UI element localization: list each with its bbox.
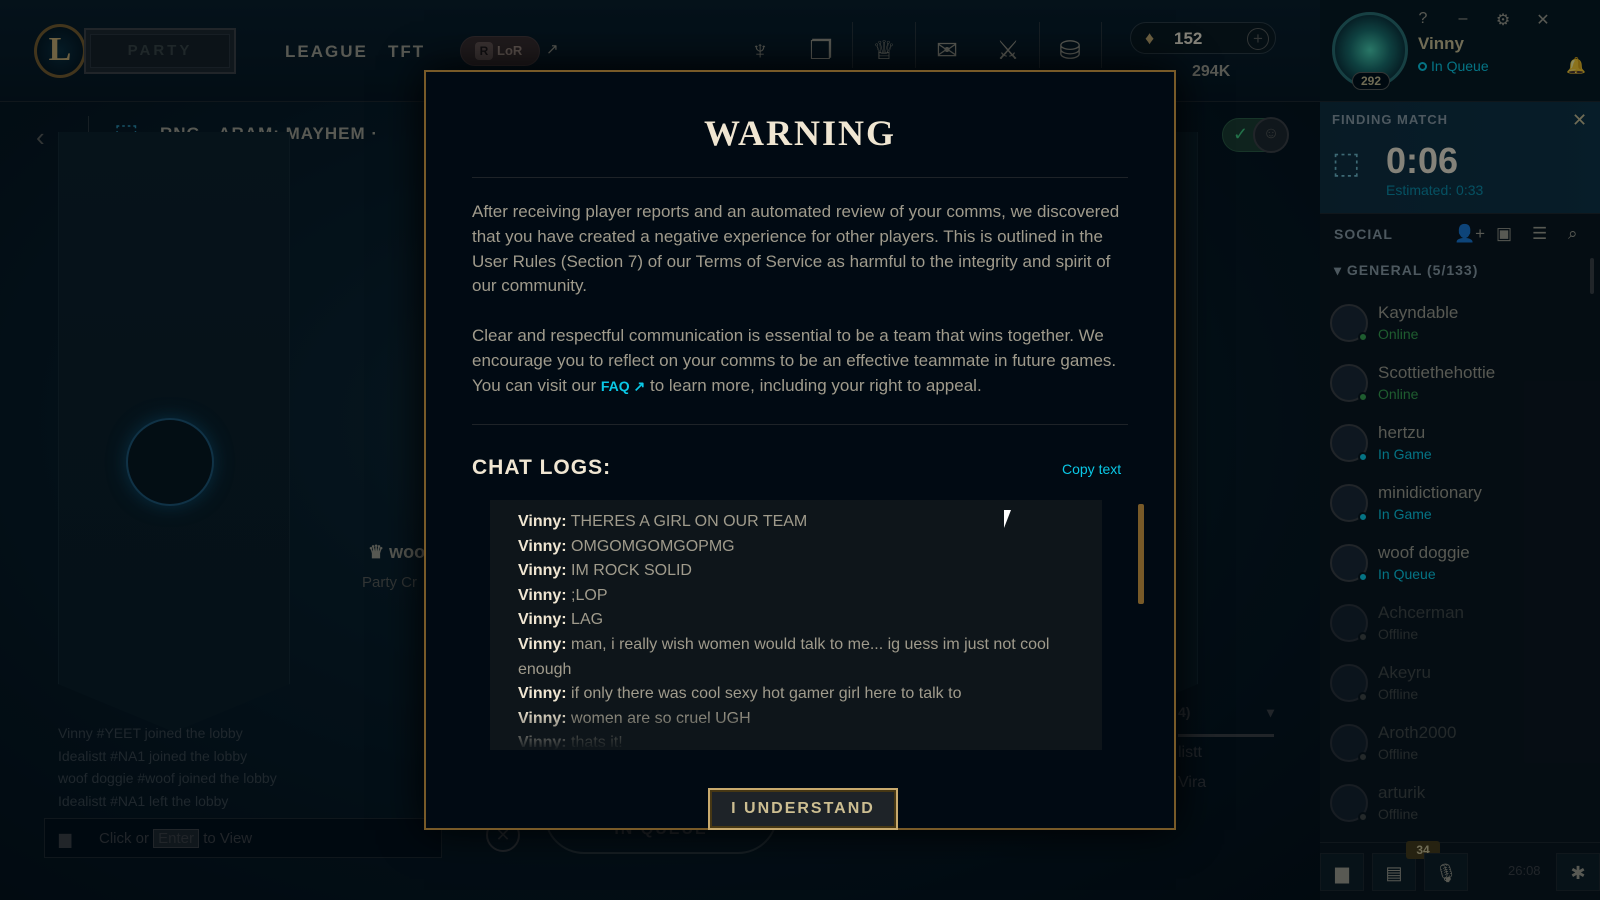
warning-paragraph: Clear and respectful communication is es… <box>472 325 1117 395</box>
chat-message: LAG <box>566 611 604 629</box>
warning-modal: WARNING After receiving player reports a… <box>424 70 1176 830</box>
chat-logs-title: CHAT LOGS: <box>472 456 612 479</box>
chat-author: Vinny: <box>518 611 567 629</box>
chat-message: ;LOP <box>566 586 608 604</box>
chat-author: Vinny: <box>518 586 567 604</box>
chat-log-line: Vinny: LAG <box>518 608 1078 633</box>
chat-log-line: Vinny: man, i really wish women would ta… <box>518 633 1078 682</box>
chat-message: man, i really wish women would talk to m… <box>518 635 1050 678</box>
chat-log-line: Vinny: if only there was cool sexy hot g… <box>518 682 1078 707</box>
chat-message: OMGOMGOMGOPMG <box>566 537 735 555</box>
chat-message: if only there was cool sexy hot gamer gi… <box>566 685 962 703</box>
chat-log-line: Vinny: IM ROCK SOLID <box>518 559 1078 584</box>
modal-divider <box>472 177 1128 178</box>
modal-body: After receiving player reports and an au… <box>472 200 1132 398</box>
chat-log-line: Vinny: OMGOMGOMGOPMG <box>518 535 1078 560</box>
modal-divider <box>472 424 1128 425</box>
chat-log-box[interactable]: Vinny: THERES A GIRL ON OUR TEAM Vinny: O… <box>490 500 1102 750</box>
chat-fade <box>490 710 1102 750</box>
mouse-cursor-icon <box>1004 510 1011 528</box>
chat-author: Vinny: <box>518 562 567 580</box>
chat-author: Vinny: <box>518 537 567 555</box>
chat-log-line: Vinny: THERES A GIRL ON OUR TEAM <box>518 510 1078 535</box>
chat-author: Vinny: <box>518 685 567 703</box>
chat-message: THERES A GIRL ON OUR TEAM <box>566 513 808 530</box>
chat-message: IM ROCK SOLID <box>566 562 692 580</box>
chat-author: Vinny: <box>518 513 567 530</box>
warning-paragraph: After receiving player reports and an au… <box>472 202 1120 296</box>
chat-log-scrollbar[interactable] <box>1138 504 1144 604</box>
copy-text-link[interactable]: Copy text <box>1062 461 1121 477</box>
modal-title: WARNING <box>703 113 896 153</box>
chat-author: Vinny: <box>518 635 567 653</box>
faq-link[interactable]: FAQ ↗ <box>601 378 645 394</box>
i-understand-button[interactable]: I UNDERSTAND <box>708 788 898 830</box>
chat-log-line: Vinny: ;LOP <box>518 584 1078 609</box>
